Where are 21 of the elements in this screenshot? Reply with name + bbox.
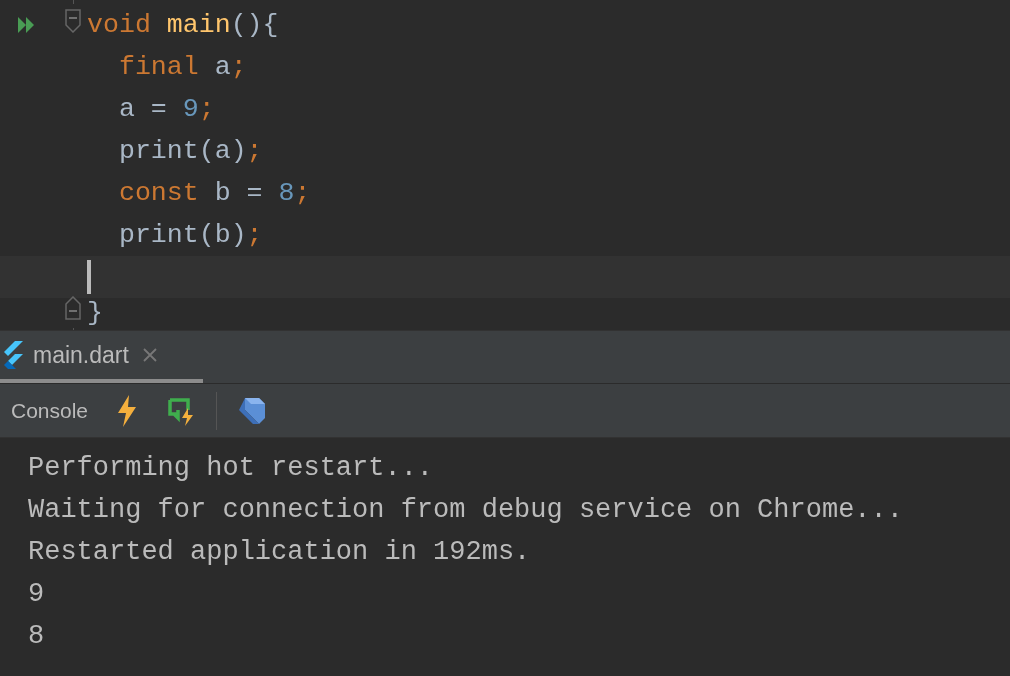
close-icon[interactable] <box>141 347 158 363</box>
console-line: Restarted application in 192ms. <box>28 536 531 569</box>
fold-icon[interactable] <box>65 9 81 33</box>
run-icon[interactable] <box>17 16 37 34</box>
dart-icon[interactable] <box>237 395 268 426</box>
console-line: Performing hot restart... <box>28 452 434 485</box>
console-label: Console <box>11 397 89 424</box>
code-line: final a; <box>117 52 247 82</box>
code-line: void main(){ <box>87 10 279 40</box>
console-line: Waiting for connection from debug service on Chrome... <box>28 494 903 527</box>
lightning-icon[interactable] <box>116 394 139 427</box>
text-cursor <box>87 260 91 294</box>
console-line: 8 <box>28 620 45 653</box>
code-line: } <box>87 298 103 328</box>
code-line: print(b); <box>117 220 263 250</box>
code-line: print(a); <box>117 136 263 166</box>
flutter-icon <box>2 341 24 369</box>
fold-icon[interactable] <box>65 296 81 320</box>
console-line: 9 <box>28 578 45 611</box>
code-line: a = 9; <box>117 94 215 124</box>
code-line: const b = 8; <box>117 178 311 208</box>
